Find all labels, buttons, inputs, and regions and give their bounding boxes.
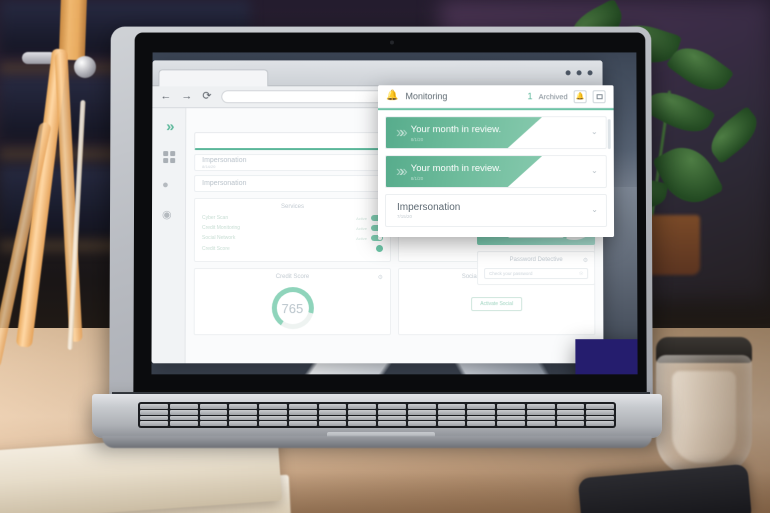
monitoring-title: Monitoring — [405, 91, 448, 102]
credit-score-panel: Credit Score ⚙ 765 — [193, 268, 392, 336]
password-check-input[interactable]: Check your password ☉ — [484, 268, 589, 280]
chevron-down-icon[interactable]: ⌄ — [591, 127, 598, 136]
browser-tab[interactable] — [158, 68, 269, 86]
services-panel: Services ⚙ Cyber Scan Active — [193, 198, 392, 263]
chevron-logo-icon: »» — [395, 123, 402, 141]
back-icon[interactable]: ← — [160, 90, 171, 102]
window-dot[interactable] — [576, 70, 582, 76]
row-label: Impersonation — [202, 156, 247, 164]
alert-card[interactable]: »» Your month in review. 8/1/20 ⌄ — [384, 116, 607, 150]
laptop-front-edge — [102, 436, 652, 448]
shield-icon[interactable]: ◉ — [162, 208, 175, 221]
key-icon[interactable]: ☉ — [579, 271, 583, 277]
brand-logo-icon: » — [166, 118, 172, 136]
service-row[interactable]: Social Network Active — [201, 235, 384, 242]
alert-date: 7/15/20 — [396, 214, 413, 219]
screen-bezel: ← → ⟳ ⋮ » ● ◉ — [133, 32, 647, 397]
service-name: Social Network — [201, 235, 236, 242]
jar-contents — [672, 371, 736, 463]
row-subtitle: 8/14/20 — [202, 163, 216, 169]
app-sidebar: » ● ◉ — [151, 108, 187, 363]
monitoring-header-actions: 1 Archived 🔔 — [527, 89, 606, 103]
alert-date: 8/1/20 — [410, 175, 424, 181]
password-detective-panel: Password Detective ⚙ Check your password… — [477, 251, 596, 286]
alert-title: Impersonation — [396, 202, 461, 214]
service-name: Credit Score — [201, 245, 230, 252]
credit-score-gauge: 765 — [271, 287, 314, 330]
window-dot[interactable] — [587, 70, 593, 76]
keyboard[interactable] — [138, 402, 616, 428]
archived-label: Archived — [538, 91, 568, 101]
alert-title: Your month in review. — [410, 162, 502, 174]
service-state: Active — [356, 215, 368, 221]
panel-title: Password Detective — [509, 257, 563, 264]
monitoring-panel[interactable]: 🔔 Monitoring 1 Archived 🔔 »» Your month … — [377, 85, 615, 238]
panel-header: Services ⚙ — [202, 204, 383, 210]
credit-score-value: 765 — [281, 300, 304, 316]
archived-count: 1 — [527, 91, 533, 102]
chevron-down-icon[interactable]: ⌄ — [591, 205, 598, 214]
reload-icon[interactable]: ⟳ — [202, 90, 211, 102]
gear-icon[interactable]: ⚙ — [583, 257, 588, 264]
forward-icon[interactable]: → — [181, 90, 192, 102]
service-state: Active — [356, 225, 368, 231]
credit-gauge-wrap: 765 — [202, 285, 383, 330]
alert-card[interactable]: Impersonation 7/15/20 ⌄ — [384, 194, 608, 227]
laptop-lid: ← → ⟳ ⋮ » ● ◉ — [109, 26, 653, 409]
laptop-screen: ← → ⟳ ⋮ » ● ◉ — [151, 52, 638, 375]
service-row[interactable]: Credit Score — [201, 245, 384, 253]
user-icon[interactable]: ● — [162, 179, 175, 192]
panel-header: Credit Score ⚙ — [202, 274, 383, 281]
bell-icon: 🔔 — [385, 90, 399, 102]
browser-tab-strip — [152, 60, 603, 87]
alert-title: Your month in review. — [410, 123, 502, 135]
notifications-button[interactable]: 🔔 — [573, 89, 587, 103]
panel-header: Password Detective ⚙ — [484, 257, 589, 264]
alert-ribbon: »» Your month in review. 8/1/20 — [386, 156, 542, 187]
alert-card[interactable]: »» Your month in review. 8/1/20 ⌄ — [384, 155, 607, 189]
alert-date: 8/1/20 — [410, 136, 424, 142]
window-controls[interactable] — [565, 70, 597, 76]
service-name: Credit Monitoring — [201, 224, 241, 231]
webcam — [389, 40, 394, 45]
chevron-down-icon[interactable]: ⌄ — [591, 166, 598, 175]
service-name: Cyber Scan — [201, 215, 229, 221]
monitoring-body: »» Your month in review. 8/1/20 ⌄ »» You… — [377, 110, 615, 238]
activate-social-button[interactable]: Activate Social — [471, 297, 523, 312]
panel-title: Credit Score — [275, 274, 310, 281]
alert-ribbon: »» Your month in review. 8/1/20 — [386, 117, 542, 148]
scrollbar[interactable] — [607, 119, 611, 150]
gear-icon[interactable]: ⚙ — [378, 274, 383, 281]
service-row[interactable]: Credit Monitoring Active — [201, 224, 384, 231]
panel-title: Services — [281, 204, 305, 211]
grid-icon[interactable] — [162, 151, 175, 164]
service-row[interactable]: Cyber Scan Active — [201, 215, 384, 221]
input-placeholder: Check your password — [489, 271, 533, 277]
service-state: Active — [356, 235, 368, 241]
chevron-logo-icon: »» — [395, 162, 402, 180]
window-dot[interactable] — [565, 70, 571, 76]
archive-box-button[interactable] — [592, 89, 606, 103]
laptop: ← → ⟳ ⋮ » ● ◉ — [92, 26, 662, 466]
row-label: Impersonation — [202, 180, 247, 188]
check-icon — [376, 245, 384, 253]
credit-score-notification[interactable]: Your Credit Score Has Increased — [575, 339, 638, 375]
monitoring-header: 🔔 Monitoring 1 Archived 🔔 — [378, 85, 614, 109]
